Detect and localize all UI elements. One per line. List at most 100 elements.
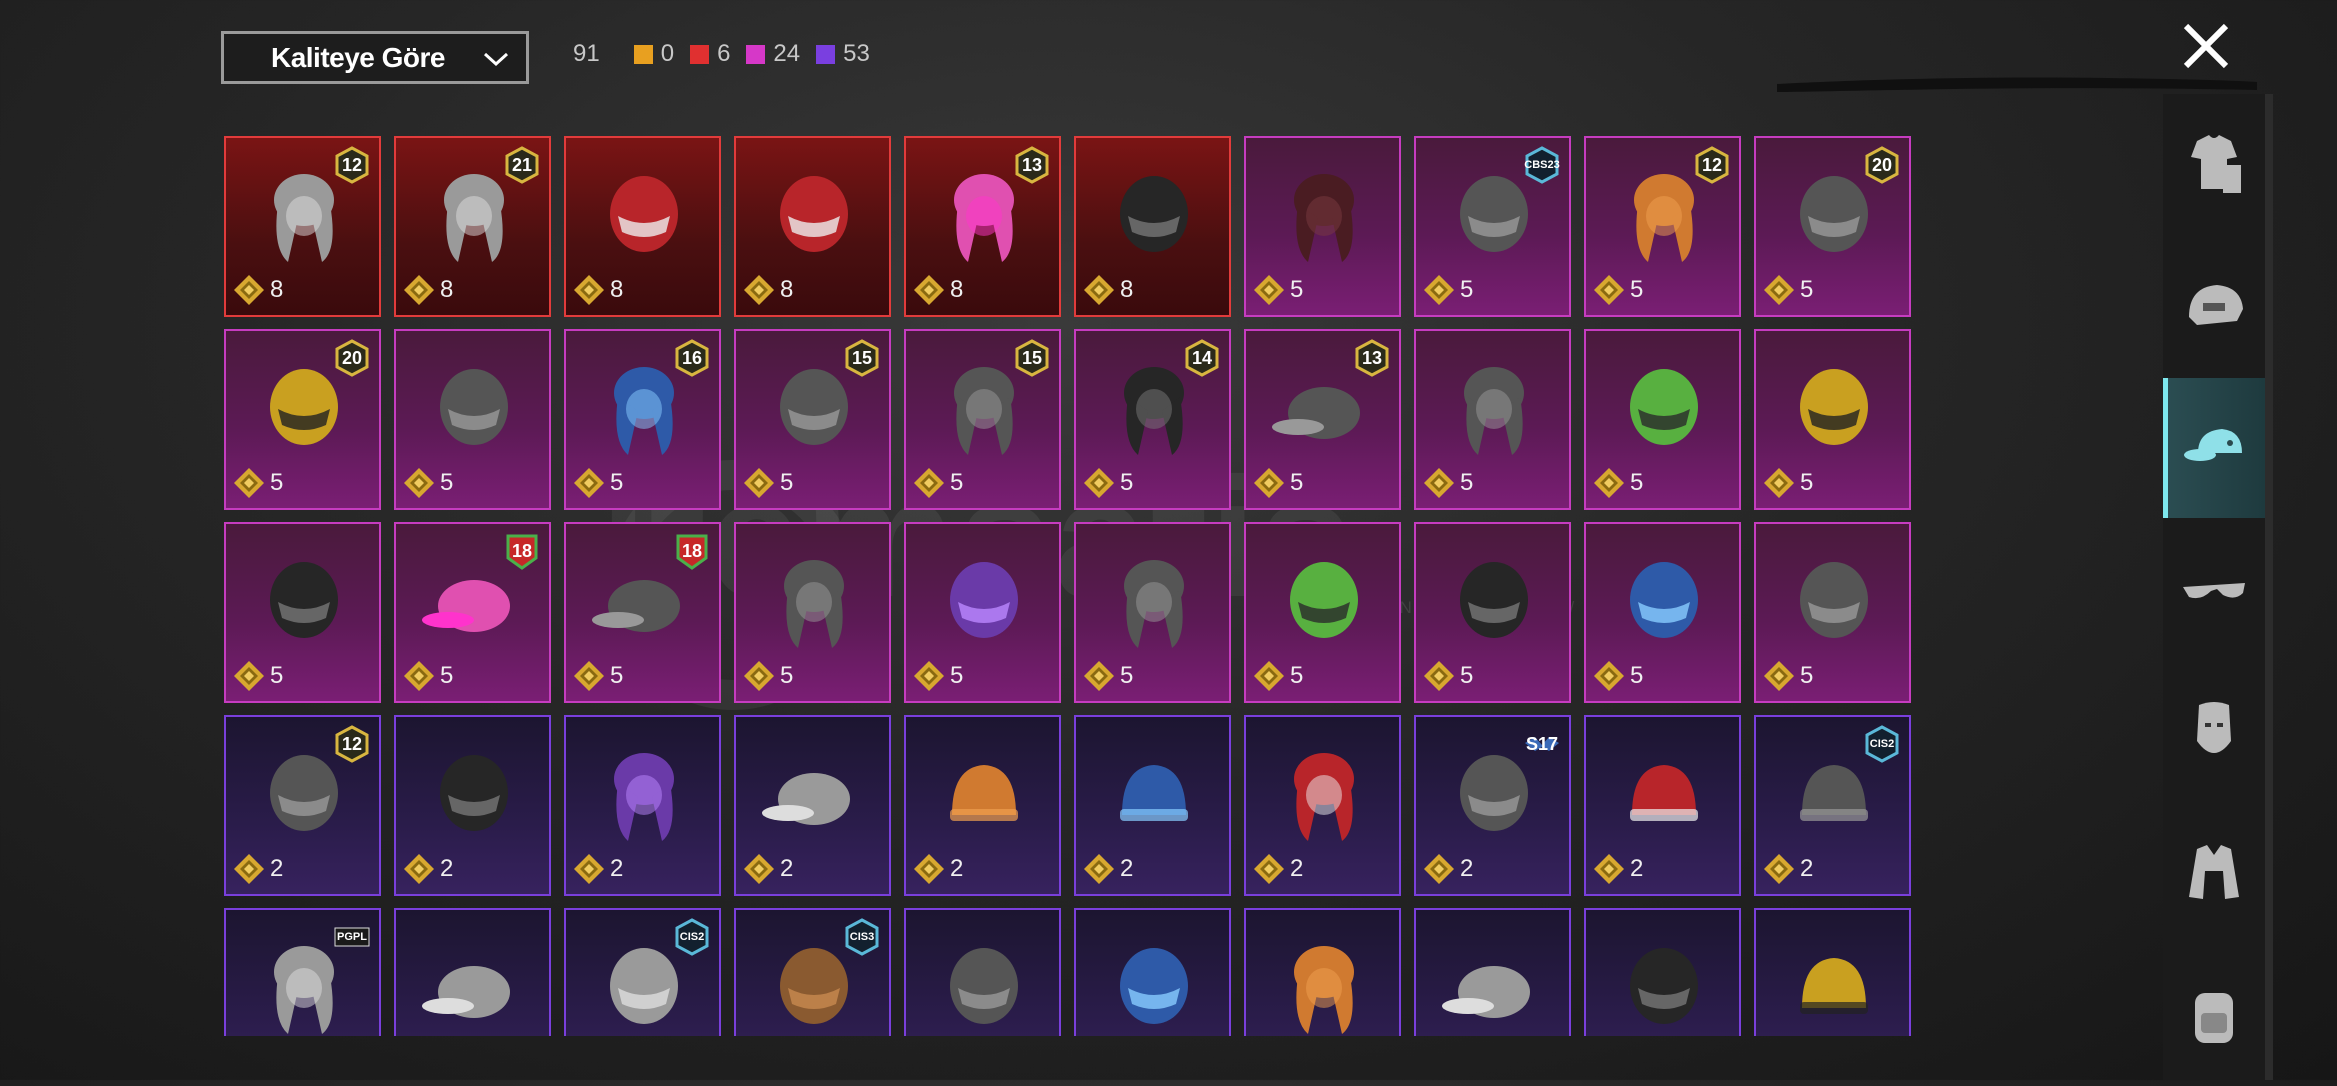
price-value: 2 [1290, 855, 1304, 882]
item-card[interactable] [904, 908, 1061, 1036]
price-value: 5 [270, 469, 284, 496]
item-badge: 13 [1361, 348, 1383, 368]
quality-swatch-icon [633, 44, 653, 64]
item-card[interactable]: 2 [394, 715, 551, 896]
item-card[interactable]: 13 5 [1244, 329, 1401, 510]
item-card[interactable]: 2 [1584, 715, 1741, 896]
item-price: 5 [402, 659, 453, 693]
item-card[interactable]: 14 5 [1074, 329, 1231, 510]
price-value: 5 [1290, 276, 1304, 303]
item-card[interactable]: 12 2 [224, 715, 381, 896]
item-card[interactable]: 2 [1074, 715, 1231, 896]
sidebar-item-jacket[interactable] [2163, 804, 2265, 944]
item-badge: 21 [511, 155, 533, 175]
item-card[interactable]: 18 5 [564, 522, 721, 703]
item-card[interactable]: 5 [1244, 136, 1401, 317]
item-card[interactable]: 2 [734, 715, 891, 896]
item-card[interactable] [1074, 908, 1231, 1036]
sidebar-item-face-mask[interactable] [2163, 662, 2265, 802]
coin-icon [1594, 468, 1624, 498]
item-badge: 15 [851, 348, 873, 368]
item-card[interactable]: 5 [1414, 329, 1571, 510]
item-card[interactable]: 16 5 [564, 329, 721, 510]
item-card[interactable]: 5 [394, 329, 551, 510]
coin-icon [1254, 275, 1284, 305]
item-card[interactable]: 15 5 [734, 329, 891, 510]
close-icon[interactable] [2178, 18, 2234, 74]
sidebar-item-glasses[interactable] [2163, 520, 2265, 660]
outfit-icon [2191, 135, 2241, 193]
item-card[interactable]: 5 [1584, 329, 1741, 510]
item-badge: 20 [1871, 155, 1893, 175]
quality-swatch-icon [746, 44, 766, 64]
item-card[interactable] [394, 908, 551, 1036]
item-card[interactable] [1754, 908, 1911, 1036]
item-card[interactable]: 2 [564, 715, 721, 896]
count-epic: 24 [746, 40, 800, 68]
item-card[interactable]: 5 [224, 522, 381, 703]
item-card[interactable] [1584, 908, 1741, 1036]
category-sidebar [2163, 94, 2265, 1080]
item-card[interactable]: 15 5 [904, 329, 1061, 510]
item-card[interactable] [1414, 908, 1571, 1036]
item-card[interactable]: 20 5 [224, 329, 381, 510]
item-card[interactable]: 8 [1074, 136, 1231, 317]
item-card[interactable]: 8 [734, 136, 891, 317]
item-card[interactable]: 5 [1414, 522, 1571, 703]
item-card[interactable]: 5 [1074, 522, 1231, 703]
sort-dropdown-label: Kaliteye Göre [270, 41, 446, 73]
item-card[interactable]: 8 [564, 136, 721, 317]
item-price: 5 [1762, 659, 1813, 693]
coin-icon [914, 468, 944, 498]
item-price: 5 [1592, 273, 1643, 307]
item-card[interactable]: 5 [734, 522, 891, 703]
item-card[interactable]: 5 [1244, 522, 1401, 703]
item-card[interactable]: 5 [904, 522, 1061, 703]
bucket-hat-red-hair-icon [1294, 753, 1354, 841]
item-card[interactable]: CIS2 [564, 908, 721, 1036]
item-card[interactable]: 13 8 [904, 136, 1061, 317]
item-card[interactable]: 20 5 [1754, 136, 1911, 317]
item-card[interactable]: CIS3 [734, 908, 891, 1036]
item-card[interactable]: 12 5 [1584, 136, 1741, 317]
item-card[interactable]: 5 [1754, 522, 1911, 703]
item-card[interactable]: 18 5 [394, 522, 551, 703]
coin-icon [1254, 661, 1284, 691]
horns-headband-icon [1800, 562, 1868, 638]
item-card[interactable]: 5 [1584, 522, 1741, 703]
item-badge: 12 [341, 734, 363, 754]
sidebar-item-backpack[interactable] [2163, 946, 2265, 1086]
item-card[interactable] [1244, 908, 1401, 1036]
price-value: 5 [1630, 662, 1644, 689]
item-badge: CBS23 [1524, 159, 1560, 171]
sidebar-item-helmet[interactable] [2163, 236, 2265, 376]
item-card[interactable]: 5 [1754, 329, 1911, 510]
gray-cap-headset-icon [422, 966, 510, 1018]
coin-icon [1254, 854, 1284, 884]
count-mythic: 6 [690, 40, 730, 68]
sidebar-edge [2265, 94, 2273, 1080]
item-card[interactable]: PGPL [224, 908, 381, 1036]
coin-icon [1594, 275, 1624, 305]
item-card[interactable]: 21 8 [394, 136, 551, 317]
orange-hair-mask-icon [1294, 946, 1354, 1034]
sidebar-item-cap[interactable] [2163, 378, 2265, 518]
item-badge: 20 [341, 348, 363, 368]
item-price: 5 [1592, 466, 1643, 500]
item-price: 2 [1082, 852, 1133, 886]
coin-icon [1594, 661, 1624, 691]
item-card[interactable]: CIS2 2 [1754, 715, 1911, 896]
item-badge: 18 [511, 541, 533, 561]
cap-icon [2183, 429, 2242, 461]
item-price: 5 [742, 659, 793, 693]
item-card[interactable]: S17 2 [1414, 715, 1571, 896]
item-price: 2 [1422, 852, 1473, 886]
price-value: 2 [1460, 855, 1474, 882]
sidebar-item-outfit[interactable] [2163, 94, 2265, 234]
item-card[interactable]: 12 8 [224, 136, 381, 317]
item-card[interactable]: 2 [904, 715, 1061, 896]
sort-dropdown[interactable]: Kaliteye Göre [221, 31, 529, 84]
item-card[interactable]: CBS23 5 [1414, 136, 1571, 317]
item-card[interactable]: 2 [1244, 715, 1401, 896]
price-value: 8 [1120, 276, 1134, 303]
